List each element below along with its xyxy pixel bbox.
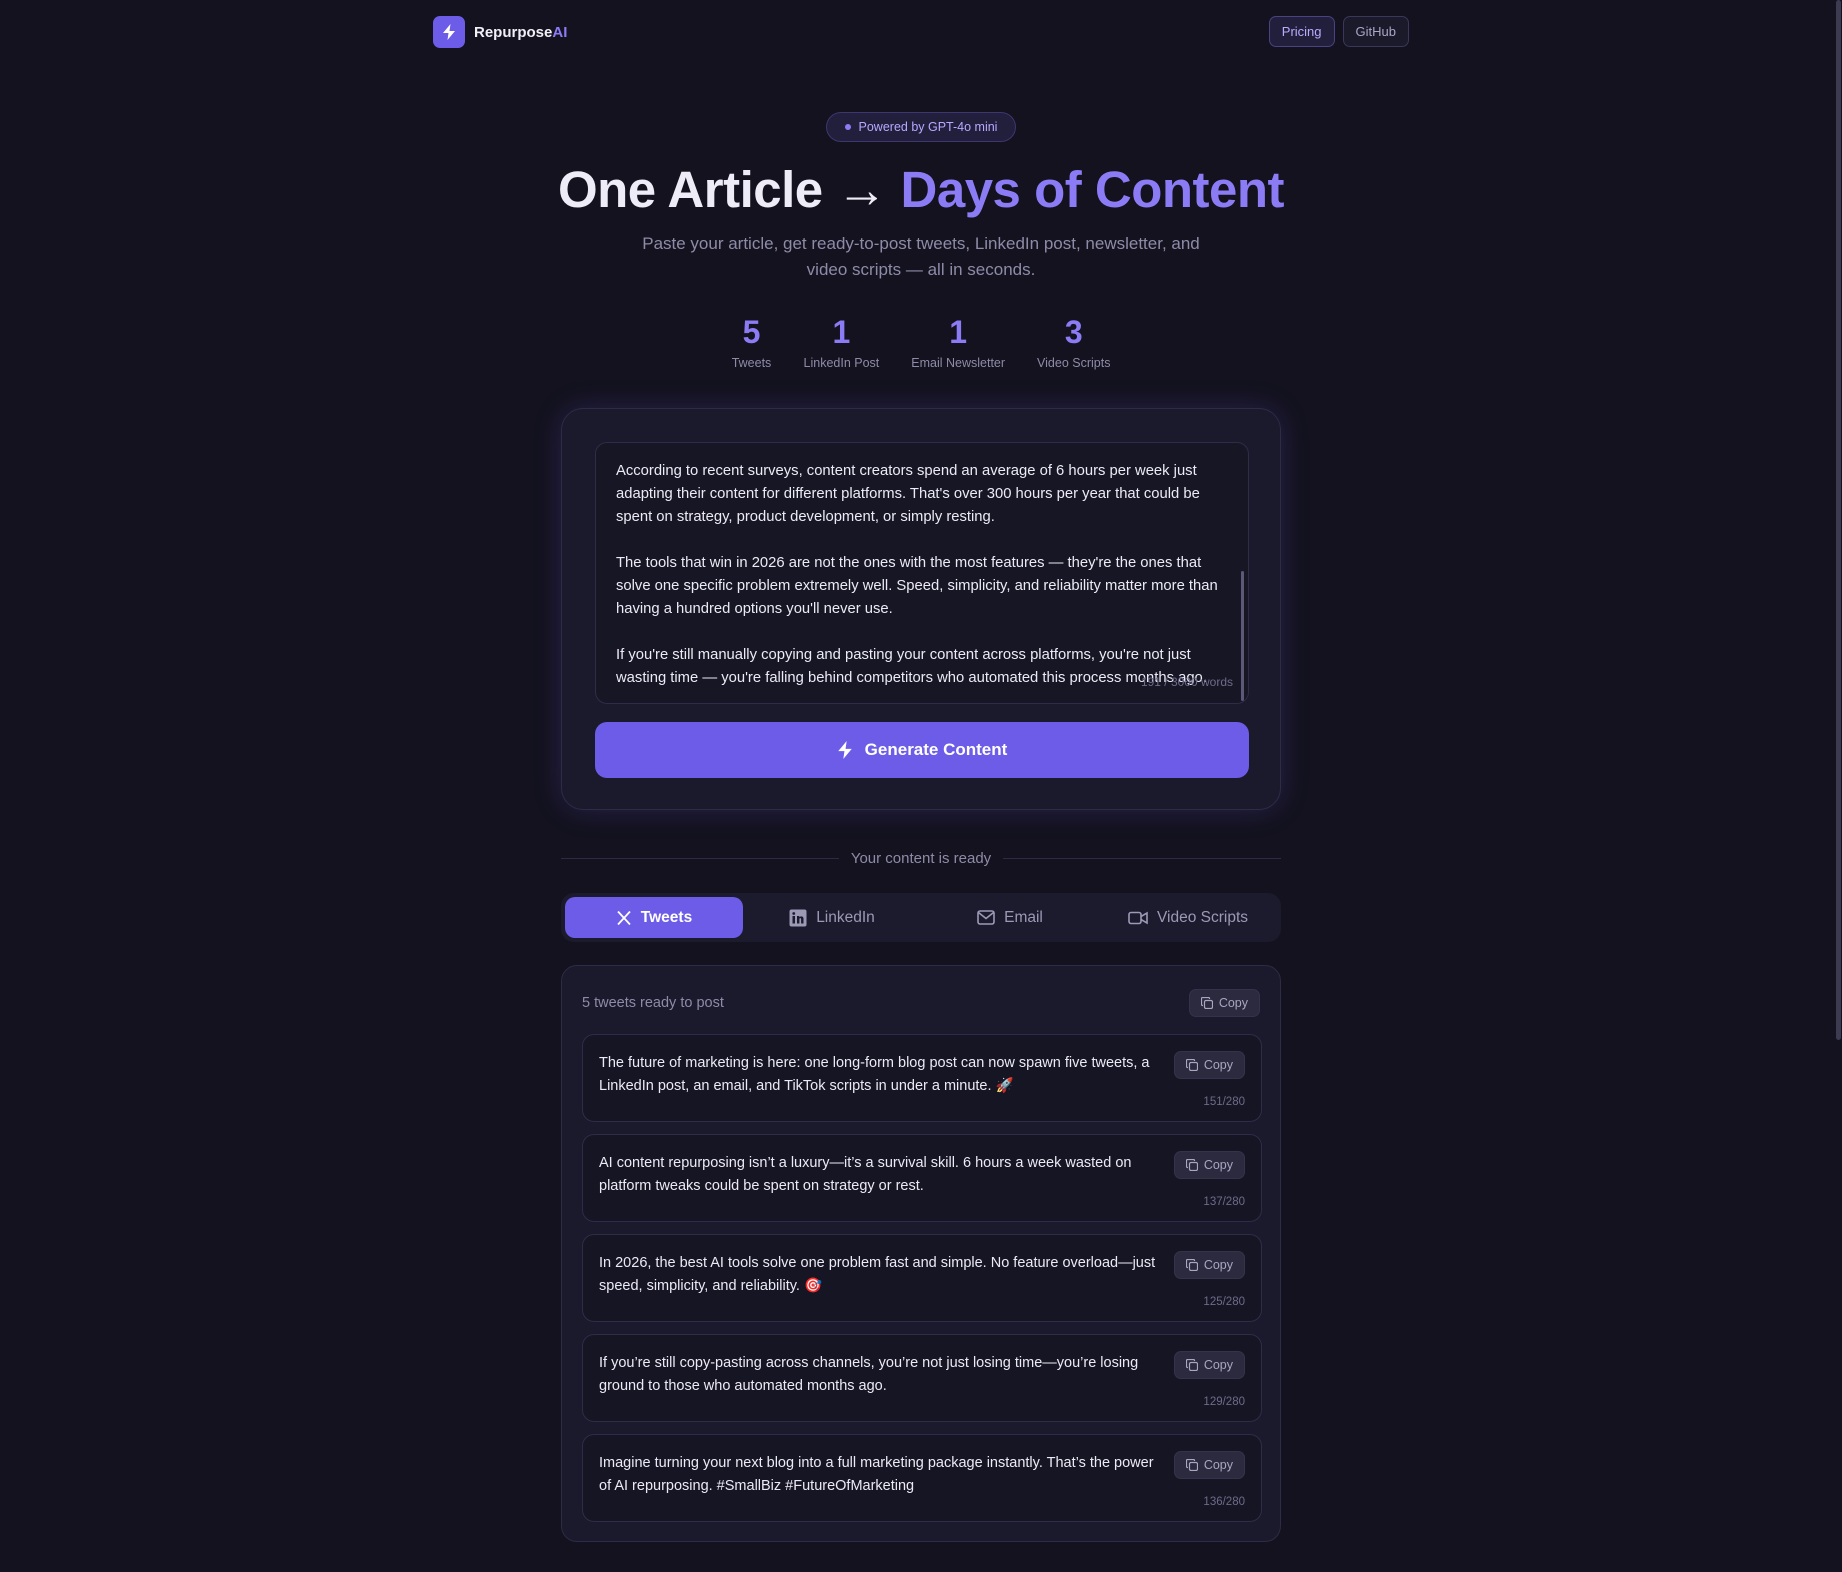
x-logo-icon <box>617 910 631 925</box>
copy-icon <box>1185 1159 1198 1171</box>
tweet-text: In 2026, the best AI tools solve one pro… <box>599 1255 1156 1294</box>
article-paragraph: The tools that win in 2026 are not the o… <box>616 555 1218 617</box>
badge-dot-icon <box>844 124 851 130</box>
tweet-text: If you’re still copy-pasting across chan… <box>599 1355 1139 1394</box>
textarea-scrollbar[interactable] <box>1241 571 1244 701</box>
pricing-button[interactable]: Pricing <box>1268 16 1335 47</box>
tweet-card: In 2026, the best AI tools solve one pro… <box>582 1234 1262 1322</box>
copy-tweet-button[interactable]: Copy <box>1173 1051 1245 1079</box>
tweets-panel-title: 5 tweets ready to post <box>582 995 724 1011</box>
page-scrollbar[interactable] <box>1836 0 1841 1040</box>
tweet-card: If you’re still copy-pasting across chan… <box>582 1334 1262 1422</box>
tweet-card: Imagine turning your next blog into a fu… <box>582 1434 1262 1522</box>
output-tabs: Tweets LinkedIn Email Video Scripts <box>561 893 1281 942</box>
article-input-card: According to recent surveys, content cre… <box>561 408 1281 810</box>
stat-video: 3 Video Scripts <box>1037 314 1111 370</box>
tab-email[interactable]: Email <box>921 897 1099 938</box>
tab-tweets[interactable]: Tweets <box>565 897 743 938</box>
brand-logo[interactable]: RepurposeAI <box>433 16 567 48</box>
brand-name: RepurposeAI <box>474 23 568 41</box>
content-ready-divider: Your content is ready <box>561 850 1281 867</box>
copy-tweet-button[interactable]: Copy <box>1173 1151 1245 1179</box>
linkedin-icon <box>789 909 807 926</box>
tab-video-scripts[interactable]: Video Scripts <box>1099 897 1277 938</box>
copy-tweet-button[interactable]: Copy <box>1173 1351 1245 1379</box>
char-count: 136/280 <box>1203 1496 1245 1508</box>
article-paragraph: According to recent surveys, content cre… <box>616 463 1200 525</box>
stat-linkedin: 1 LinkedIn Post <box>803 314 880 370</box>
bolt-icon <box>837 741 852 759</box>
github-button[interactable]: GitHub <box>1342 16 1409 47</box>
stats-row: 5 Tweets 1 LinkedIn Post 1 Email Newslet… <box>0 314 1842 370</box>
video-icon <box>1128 911 1148 924</box>
copy-icon <box>1185 1459 1198 1471</box>
article-textarea[interactable]: According to recent surveys, content cre… <box>595 442 1249 704</box>
tweets-panel-header: 5 tweets ready to post Copy <box>582 988 1260 1018</box>
stat-tweets: 5 Tweets <box>731 314 772 370</box>
copy-icon <box>1185 1359 1198 1371</box>
powered-by-badge: Powered by GPT-4o mini <box>826 112 1016 142</box>
tweet-text: Imagine turning your next blog into a fu… <box>599 1455 1154 1494</box>
tweet-card: AI content repurposing isn’t a luxury—it… <box>582 1134 1262 1222</box>
char-count: 125/280 <box>1203 1296 1245 1308</box>
copy-icon <box>1185 1059 1198 1071</box>
generate-content-button[interactable]: Generate Content <box>595 722 1249 778</box>
char-count: 151/280 <box>1203 1096 1245 1108</box>
hero-subtitle: Paste your article, get ready-to-post tw… <box>642 234 1200 279</box>
copy-icon <box>1200 997 1213 1009</box>
tweet-text: The future of marketing is here: one lon… <box>599 1055 1150 1094</box>
word-count: 191 / 3000 words <box>1140 675 1233 689</box>
tweet-text: AI content repurposing isn’t a luxury—it… <box>599 1155 1132 1194</box>
tab-linkedin[interactable]: LinkedIn <box>743 897 921 938</box>
char-count: 137/280 <box>1203 1196 1245 1208</box>
tweet-card: The future of marketing is here: one lon… <box>582 1034 1262 1122</box>
char-count: 129/280 <box>1203 1396 1245 1408</box>
copy-tweet-button[interactable]: Copy <box>1173 1251 1245 1279</box>
copy-all-button[interactable]: Copy <box>1188 989 1260 1017</box>
copy-tweet-button[interactable]: Copy <box>1173 1451 1245 1479</box>
top-nav: Pricing GitHub <box>1268 16 1409 47</box>
hero-title: One Article → Days of Content <box>557 161 1285 218</box>
bolt-icon <box>433 16 465 48</box>
mail-icon <box>977 910 995 925</box>
stat-email: 1 Email Newsletter <box>911 314 1006 370</box>
tweets-panel: 5 tweets ready to post Copy The future o… <box>561 965 1281 1542</box>
article-paragraph: If you're still manually copying and pas… <box>616 647 1207 686</box>
copy-icon <box>1185 1259 1198 1271</box>
